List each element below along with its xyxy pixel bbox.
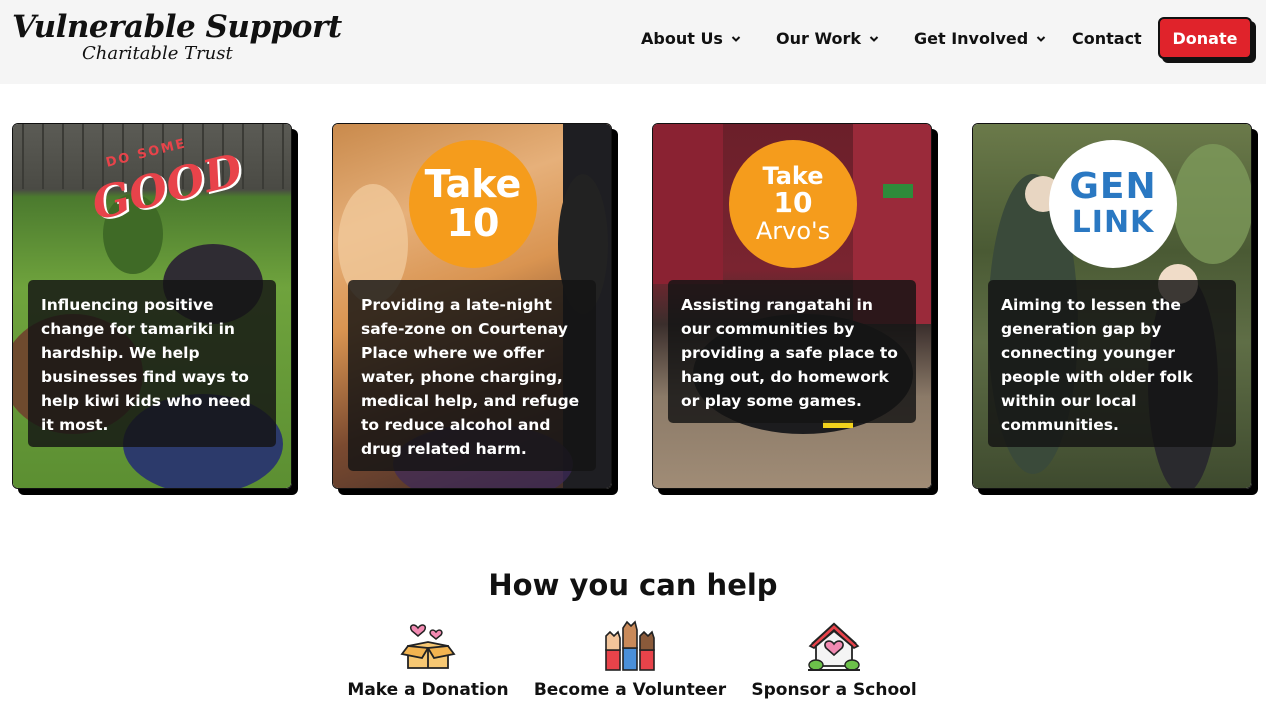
take-10-arvos-badge: Take 10 Arvo's	[729, 140, 857, 268]
badge-number-label: 10	[446, 201, 500, 245]
make-donation-link[interactable]: Make a Donation	[347, 618, 509, 700]
card-take-10-arvos[interactable]: Take 10 Arvo's Assisting rangatahi in ou…	[652, 123, 932, 489]
nav-item-label: About Us	[641, 29, 723, 48]
sponsor-school-link[interactable]: Sponsor a School	[751, 618, 917, 700]
gen-label: GEN	[1069, 166, 1157, 207]
chevron-down-icon	[1036, 35, 1046, 42]
help-section-title: How you can help	[488, 568, 778, 602]
card-description: Aiming to lessen the generation gap by c…	[988, 280, 1236, 447]
donation-box-icon	[400, 624, 456, 669]
help-item-label: Sponsor a School	[751, 680, 917, 700]
take-10-badge: Take 10	[409, 140, 537, 268]
badge-number-label: 10	[773, 186, 813, 219]
badge-arvos-label: Arvo's	[755, 217, 831, 245]
card-description: Assisting rangatahi in our communities b…	[668, 280, 916, 423]
nav-item-label: Contact	[1072, 29, 1142, 48]
site-logo[interactable]: Vulnerable Support Charitable Trust	[12, 10, 342, 64]
card-description: Providing a late-night safe-zone on Cour…	[348, 280, 596, 471]
site-header: Vulnerable Support Charitable Trust Abou…	[0, 0, 1266, 84]
nav-item-about-us[interactable]: About Us	[641, 29, 741, 48]
logo-subtitle: Charitable Trust	[82, 43, 233, 64]
nav-item-label: Our Work	[776, 29, 862, 48]
become-volunteer-link[interactable]: Become a Volunteer	[534, 618, 726, 700]
logo-title: Vulnerable Support	[12, 9, 342, 45]
gen-link-badge: GEN LINK	[1049, 140, 1177, 268]
help-item-label: Become a Volunteer	[533, 680, 727, 700]
card-gen-link[interactable]: GEN LINK Aiming to lessen the generation…	[972, 123, 1252, 489]
card-description: Influencing positive change for tamariki…	[28, 280, 276, 447]
chevron-down-icon	[869, 35, 879, 42]
badge-take-label: Take	[424, 162, 522, 206]
help-item-label: Make a Donation	[347, 680, 509, 700]
link-label: LINK	[1071, 205, 1155, 240]
nav-item-our-work[interactable]: Our Work	[776, 29, 879, 48]
raised-hands-icon	[605, 620, 655, 671]
nav-item-contact[interactable]: Contact	[1072, 29, 1142, 48]
donate-button[interactable]: Donate	[1158, 17, 1252, 59]
card-take-10[interactable]: Take 10 Providing a late-night safe-zone…	[332, 123, 612, 489]
house-heart-icon	[808, 622, 860, 671]
nav-item-get-involved[interactable]: Get Involved	[914, 29, 1046, 48]
chevron-down-icon	[731, 35, 741, 42]
card-do-some-good[interactable]: DO SOME GOOD Influencing positive change…	[12, 123, 292, 489]
nav-item-label: Get Involved	[914, 29, 1029, 48]
